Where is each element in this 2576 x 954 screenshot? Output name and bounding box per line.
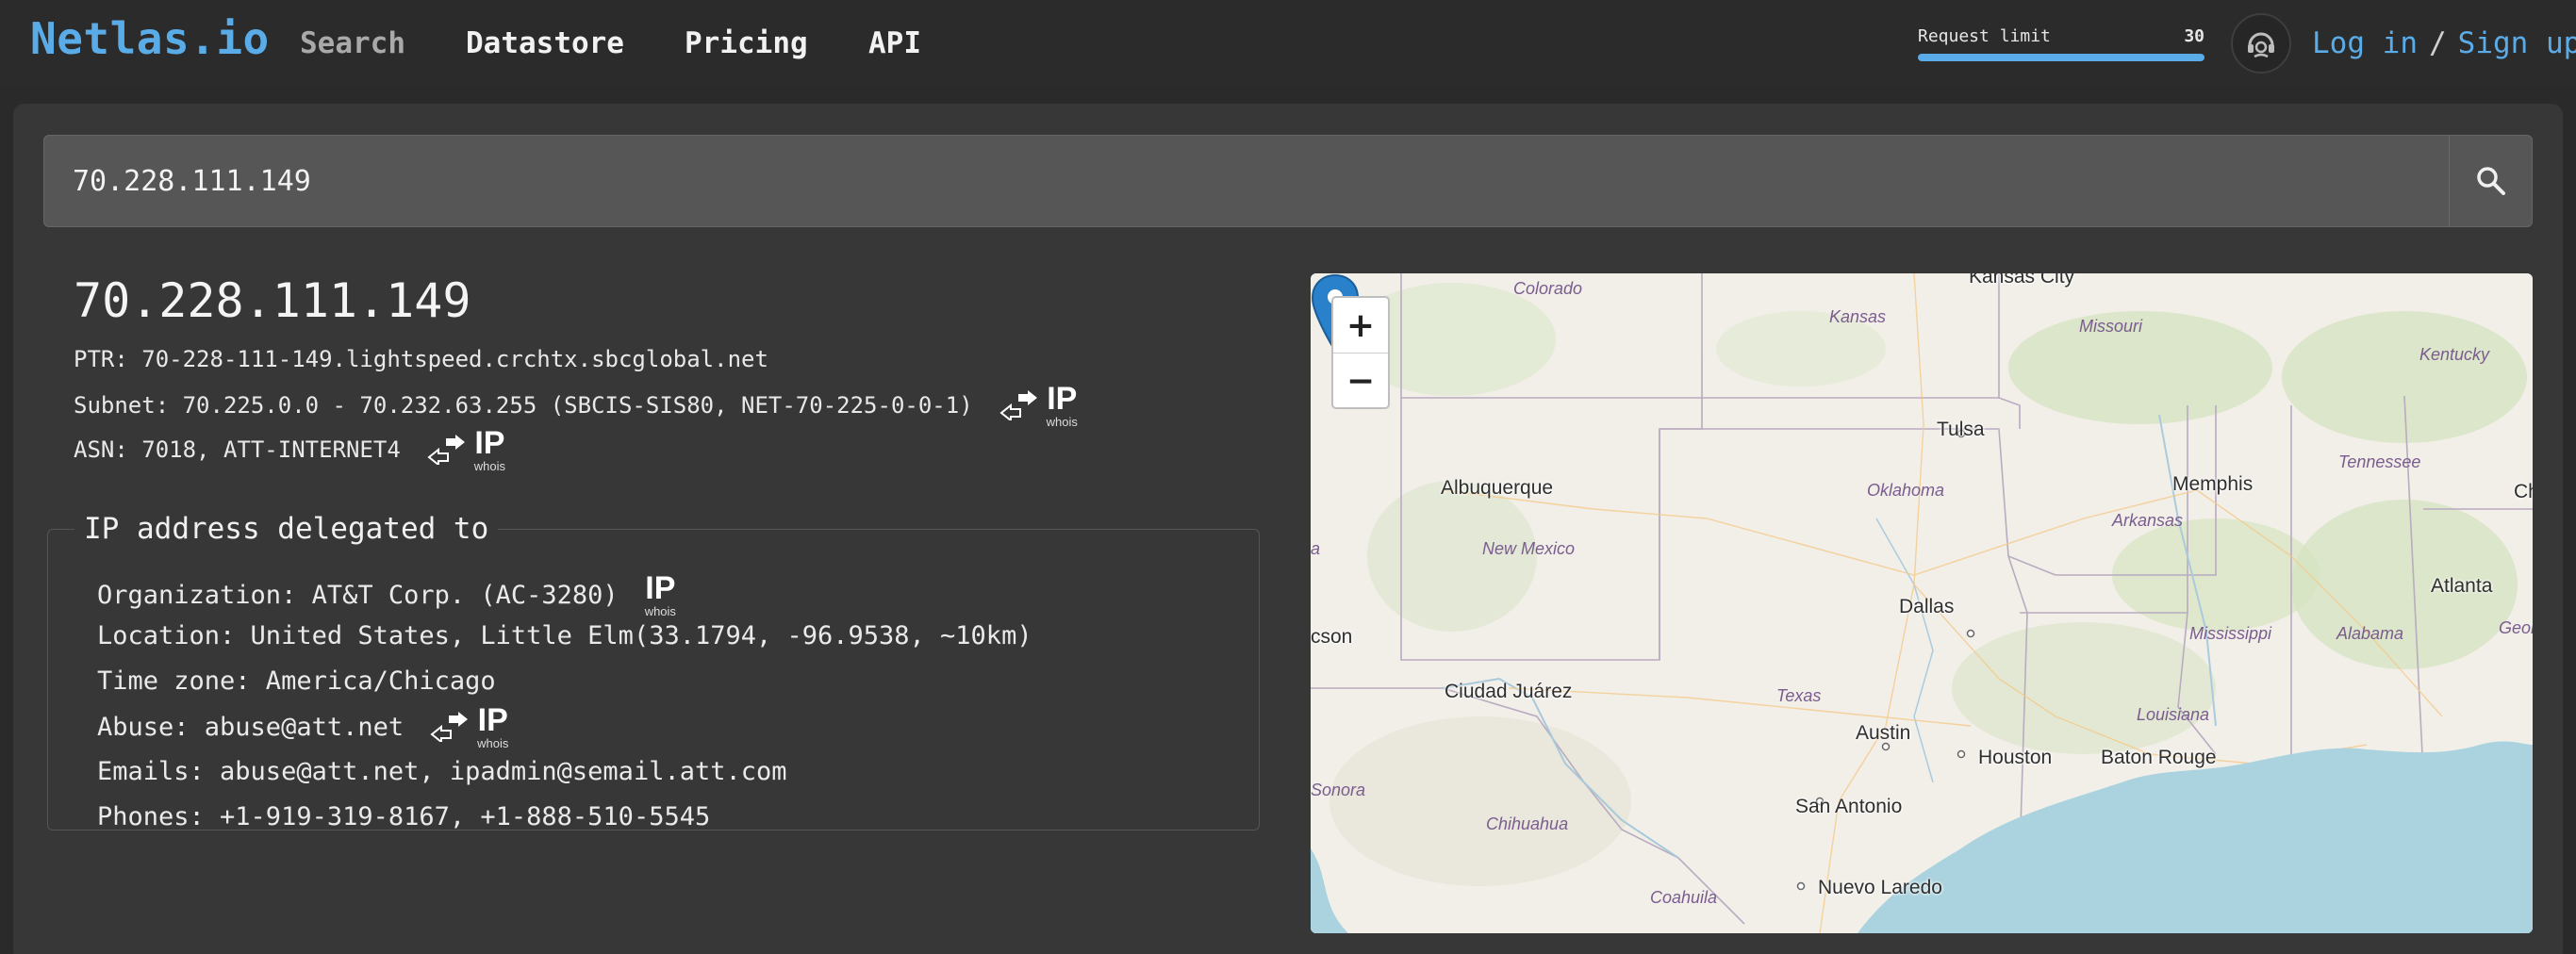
map-city-label: Memphis: [2172, 473, 2254, 495]
ip-whois-sub: whois: [1046, 415, 1078, 429]
subnet-line: Subnet: 70.225.0.0 - 70.232.63.255 (SBCI…: [74, 383, 1078, 428]
map-city-label: Dallas: [1899, 596, 1955, 617]
ip-title: 70.228.111.149: [74, 273, 471, 328]
abuse-text: Abuse: abuse@att.net: [97, 712, 405, 742]
map-state-label: Arkansas: [2112, 511, 2184, 530]
map-city-label: San Antonio: [1795, 796, 1903, 817]
asn-line: ASN: 7018, ATT-INTERNET4 IP whois: [74, 427, 505, 472]
transfer-arrows-icon: [430, 712, 469, 742]
search-bar: [43, 135, 2533, 227]
map-state-label: Louisiana: [2137, 705, 2210, 724]
map-state-label: Kentucky: [2419, 345, 2490, 364]
location-map[interactable]: Colorado Kansas Missouri Kentucky Oklaho…: [1311, 273, 2533, 933]
emails-text: Emails: abuse@att.net, ipadmin@semail.at…: [97, 757, 787, 786]
top-navbar: Netlas.io Search Datastore Pricing API R…: [0, 0, 2576, 87]
map-city-label: Ch: [2514, 481, 2533, 502]
phones-line: Phones: +1-919-319-8167, +1-888-510-5545: [97, 802, 710, 831]
delegation-legend: IP address delegated to: [84, 512, 489, 546]
map-state-label: Kansas: [1829, 307, 1887, 326]
search-input[interactable]: [44, 136, 2449, 226]
map-city-label: Albuquerque: [1441, 477, 1554, 499]
location-text: Location: United States, Little Elm(33.1…: [97, 621, 1032, 650]
headset-icon: [2248, 32, 2274, 58]
map-city-label: Houston: [1978, 747, 2053, 768]
abuse-whois-link[interactable]: IP whois: [430, 704, 508, 749]
request-limit-meter: Request limit 30: [1918, 26, 2204, 61]
map-state-label: New Mexico: [1482, 539, 1576, 558]
map-state-label: Mississippi: [2189, 624, 2272, 643]
ip-whois-sub: whois: [477, 736, 509, 750]
map-state-label: Texas: [1776, 686, 1822, 705]
map-state-label: Colorado: [1513, 279, 1583, 298]
ip-whois-badge: IP whois: [477, 704, 508, 749]
request-limit-bar: [1918, 54, 2204, 61]
signup-link[interactable]: Sign up: [2458, 26, 2576, 60]
abuse-line: Abuse: abuse@att.net IP whois: [97, 704, 508, 749]
timezone-text: Time zone: America/Chicago: [97, 666, 496, 696]
delegation-box: IP address delegated to Organization: AT…: [47, 512, 1260, 831]
map-state-label: a: [1311, 539, 1321, 558]
transfer-arrows-icon: [427, 435, 465, 465]
search-button[interactable]: [2449, 136, 2532, 226]
nav-datastore[interactable]: Datastore: [466, 26, 624, 60]
map-state-label: Missouri: [2079, 317, 2143, 336]
transfer-arrows-icon: [999, 390, 1037, 420]
subnet-whois-link[interactable]: IP whois: [999, 383, 1078, 428]
map-state-label: Georgi: [2499, 618, 2533, 637]
ip-whois-sub: whois: [644, 604, 676, 618]
map-city-label: Tulsa: [1937, 419, 1985, 440]
auth-links: Log in / Sign up: [2312, 26, 2576, 60]
nav-api[interactable]: API: [868, 26, 921, 60]
map-state-label: Tennessee: [2338, 452, 2421, 471]
map-city-label: Kansas City: [1969, 273, 2075, 288]
ip-whois-badge: IP whois: [645, 572, 676, 617]
map-city-label: Austin: [1856, 722, 1911, 744]
phones-text: Phones: +1-919-319-8167, +1-888-510-5545: [97, 802, 711, 831]
ptr-text: PTR: 70-228-111-149.lightspeed.crchtx.sb…: [74, 346, 768, 372]
organization-text: Organization: AT&T Corp. (AC-3280): [97, 580, 619, 610]
login-link[interactable]: Log in: [2312, 26, 2418, 60]
brand-logo[interactable]: Netlas.io: [30, 13, 270, 64]
ip-whois-badge: IP whois: [1047, 383, 1078, 428]
emails-line: Emails: abuse@att.net, ipadmin@semail.at…: [97, 757, 787, 786]
timezone-line: Time zone: America/Chicago: [97, 666, 496, 696]
search-icon: [2476, 167, 2505, 195]
asn-whois-link[interactable]: IP whois: [427, 427, 505, 472]
map-city-label: Atlanta: [2431, 575, 2493, 597]
nav-pricing[interactable]: Pricing: [685, 26, 808, 60]
main-panel: 70.228.111.149 PTR: 70-228-111-149.light…: [13, 104, 2563, 954]
map-state-label: Sonora: [1311, 781, 1366, 799]
ptr-line: PTR: 70-228-111-149.lightspeed.crchtx.sb…: [74, 346, 768, 372]
map-state-label: Coahuila: [1650, 888, 1718, 907]
zoom-out-button[interactable]: −: [1333, 354, 1388, 407]
organization-whois-link[interactable]: IP whois: [637, 572, 676, 617]
auth-separator: /: [2428, 26, 2447, 60]
ip-whois-main: IP: [1047, 381, 1078, 417]
request-limit-bar-fill: [1918, 54, 2204, 61]
location-line: Location: United States, Little Elm(33.1…: [97, 621, 1032, 650]
support-avatar-button[interactable]: [2231, 13, 2291, 74]
ip-whois-sub: whois: [473, 459, 506, 473]
ip-whois-badge: IP whois: [474, 427, 505, 472]
map-state-label: Alabama: [2337, 624, 2404, 643]
map-city-label: Nuevo Laredo: [1818, 877, 1942, 898]
map-city-label: cson: [1311, 626, 1353, 648]
subnet-text: Subnet: 70.225.0.0 - 70.232.63.255 (SBCI…: [74, 392, 973, 419]
ip-whois-main: IP: [474, 425, 505, 461]
map-state-label: Oklahoma: [1867, 481, 1945, 500]
ip-whois-main: IP: [477, 702, 508, 738]
ip-whois-main: IP: [645, 570, 676, 606]
nav-search[interactable]: Search: [300, 26, 405, 60]
map-state-label: Chihuahua: [1486, 814, 1569, 833]
request-limit-count: 30: [2184, 26, 2204, 46]
organization-line: Organization: AT&T Corp. (AC-3280) IP wh…: [97, 572, 676, 617]
map-city-label: Ciudad Juárez: [1445, 681, 1573, 702]
map-zoom-control: + −: [1331, 296, 1390, 409]
request-limit-label: Request limit: [1918, 26, 2051, 46]
map-city-label: Baton Rouge: [2101, 747, 2217, 768]
zoom-in-button[interactable]: +: [1333, 298, 1388, 354]
asn-text: ASN: 7018, ATT-INTERNET4: [74, 436, 401, 463]
